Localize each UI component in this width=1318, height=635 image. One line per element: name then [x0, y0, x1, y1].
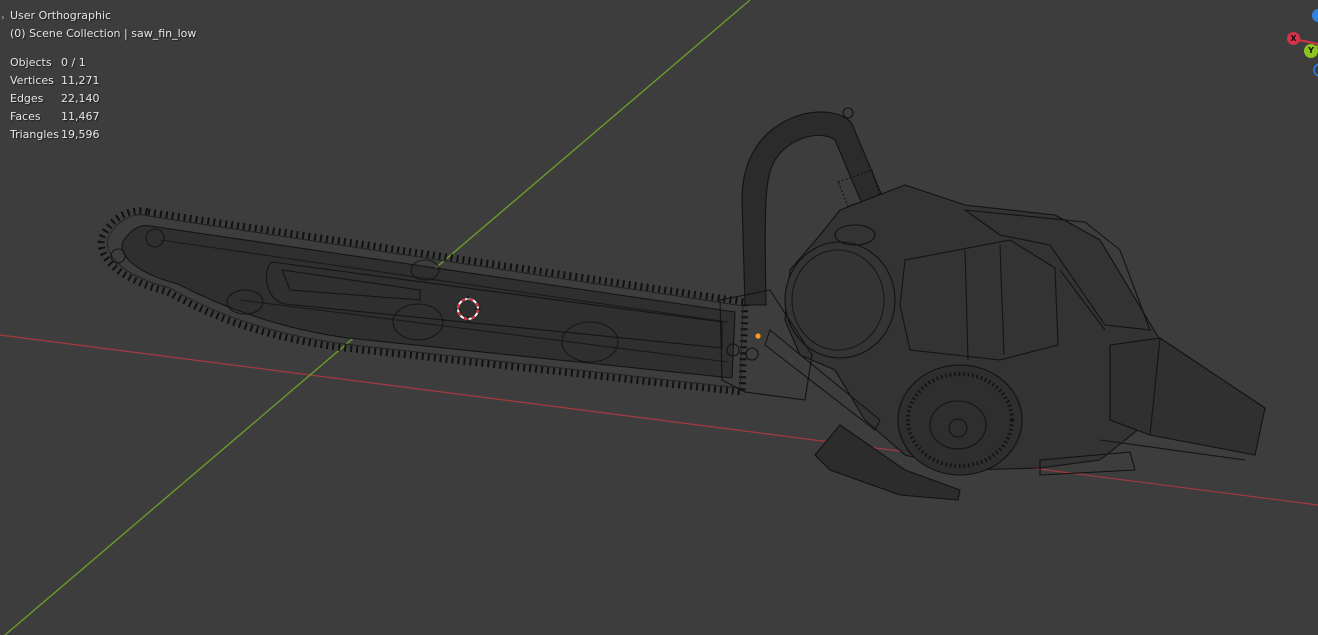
stats-label: Edges [10, 92, 44, 105]
stats-label: Objects [10, 56, 52, 69]
chevron-right-icon[interactable]: › [1, 13, 5, 23]
viewport-scene[interactable] [0, 0, 1318, 635]
stats-value: 22,140 [61, 92, 100, 105]
scene-statistics: Objects 0 / 1 Vertices 11,271 Edges 22,1… [10, 56, 100, 146]
stats-row-faces: Faces 11,467 [10, 110, 100, 128]
3d-viewport[interactable]: › User Orthographic (0) Scene Collection… [0, 0, 1318, 635]
stats-label: Triangles [10, 128, 59, 141]
handle-bolt [842, 107, 854, 119]
nose-sprocket [110, 248, 126, 264]
stats-row-vertices: Vertices 11,271 [10, 74, 100, 92]
gizmo-x-ball[interactable]: X [1287, 32, 1300, 45]
rear-handle [1109, 337, 1266, 456]
stats-value: 0 / 1 [61, 56, 86, 69]
view-name-label: User Orthographic [10, 9, 112, 22]
bar-bolt-2 [745, 347, 759, 361]
stats-label: Vertices [10, 74, 54, 87]
chainsaw-mesh[interactable] [97, 107, 1266, 501]
object-origin[interactable] [755, 333, 761, 339]
stats-label: Faces [10, 110, 41, 123]
gizmo-y-ball[interactable]: Y [1304, 44, 1318, 58]
stats-value: 11,271 [61, 74, 100, 87]
stats-row-triangles: Triangles 19,596 [10, 128, 100, 146]
navigation-gizmo[interactable]: X Y [1278, 0, 1318, 80]
stats-row-edges: Edges 22,140 [10, 92, 100, 110]
collection-label: (0) Scene Collection | saw_fin_low [10, 27, 197, 40]
gizmo-neg-z-ball[interactable] [1313, 63, 1318, 77]
starter-wheel [897, 364, 1023, 476]
stats-value: 11,467 [61, 110, 100, 123]
fuel-tank [784, 241, 896, 359]
gizmo-z-ball[interactable] [1312, 9, 1318, 22]
stats-value: 19,596 [61, 128, 100, 141]
stats-row-objects: Objects 0 / 1 [10, 56, 100, 74]
